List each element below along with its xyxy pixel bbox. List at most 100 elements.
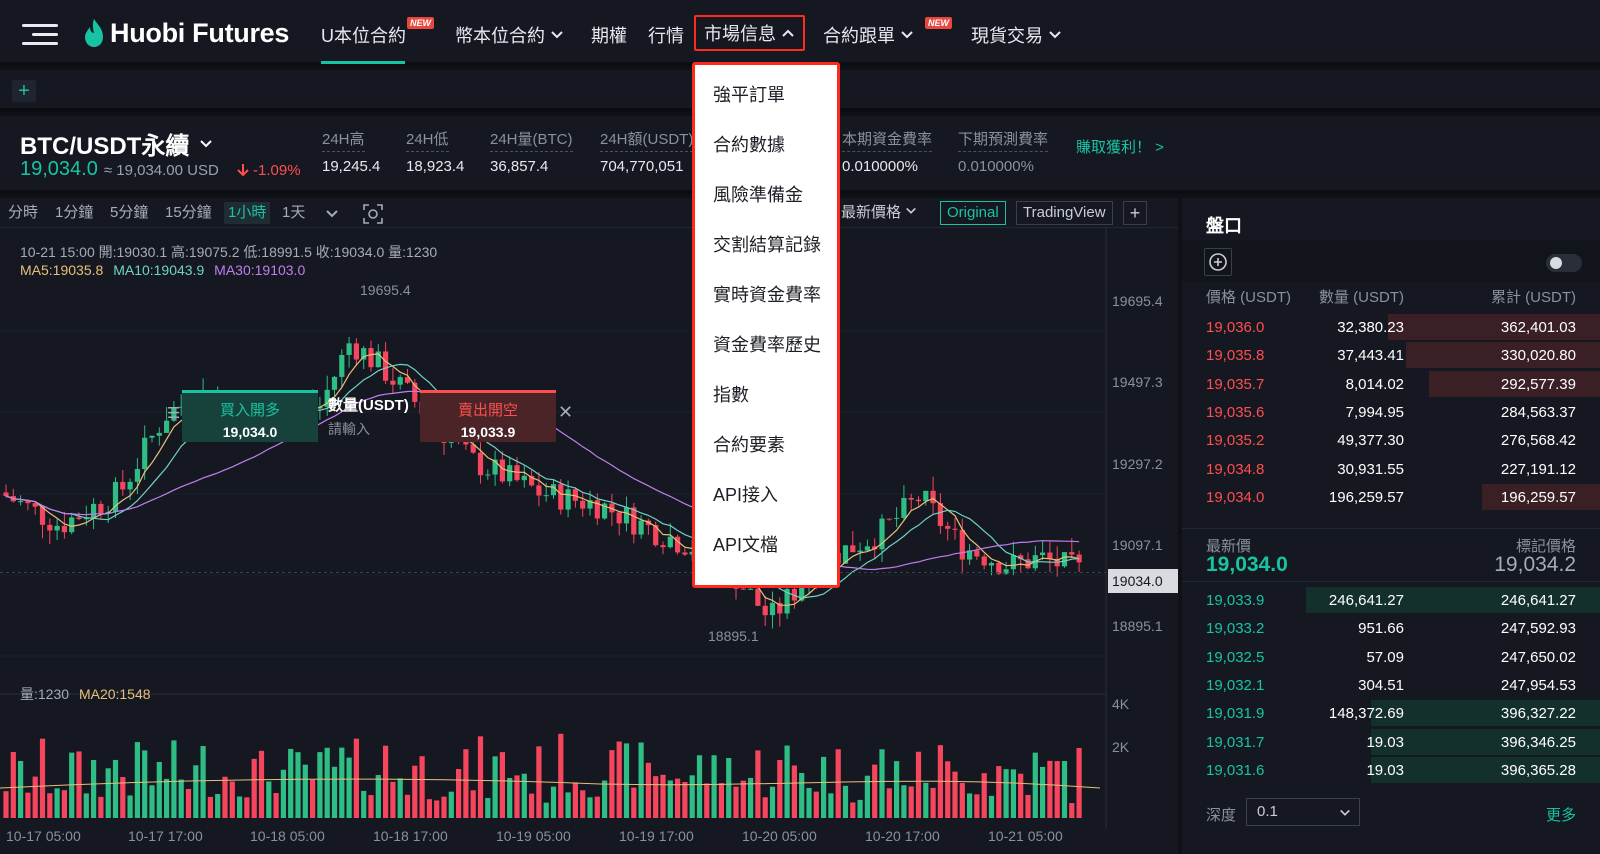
- nav-spot-trading[interactable]: 現貨交易: [971, 20, 1062, 50]
- header-price: 價格 (USDT): [1206, 289, 1291, 306]
- row-total: 362,401.03: [1500, 319, 1576, 336]
- stat-value: 36,857.4: [490, 158, 549, 175]
- candle-body: [485, 474, 491, 476]
- volume-bar: [361, 790, 367, 818]
- candle-body: [580, 500, 586, 509]
- volume-bar: [368, 795, 374, 818]
- stat-value: 19,245.4: [322, 158, 381, 175]
- price-type-select[interactable]: 最新價格: [834, 201, 924, 225]
- quick-buy-long-button[interactable]: 買入開多 19,034.0: [182, 390, 318, 442]
- order-book-header: 價格 (USDT) 數量 (USDT) 累計 (USDT): [1182, 286, 1600, 310]
- row-qty: 30,931.55: [1337, 460, 1404, 478]
- order-book-toggle[interactable]: [1546, 254, 1582, 272]
- candle-body: [18, 501, 24, 503]
- volume-bar: [419, 756, 425, 818]
- menu-item[interactable]: 合約要素: [713, 431, 785, 457]
- ask-row[interactable]: 19,035.8 37,443.41 330,020.80: [1182, 341, 1600, 369]
- stat-value: 18,923.4: [406, 158, 465, 175]
- bid-row[interactable]: 19,031.9 148,372.69 396,327.22: [1182, 699, 1600, 727]
- drag-handle-icon[interactable]: ☰: [167, 404, 180, 422]
- price-type-label: 最新價格: [841, 204, 902, 221]
- chart-toolbar: 分時 1分鐘 5分鐘 15分鐘 1小時 1天 最新價格 Original Tra…: [0, 198, 1178, 228]
- bid-row[interactable]: 19,033.2 951.66 247,592.93: [1182, 614, 1600, 642]
- bid-row[interactable]: 19,031.7 19.03 396,346.25: [1182, 728, 1600, 756]
- nav-usdt-margined[interactable]: U本位合約 NEW: [321, 17, 434, 50]
- ask-row[interactable]: 19,035.6 7,994.95 284,563.37: [1182, 398, 1600, 426]
- y-tick: 19297.2: [1112, 456, 1163, 472]
- candle-body: [339, 354, 345, 377]
- depth-select[interactable]: 0.1: [1246, 798, 1360, 826]
- original-chart-button[interactable]: Original: [940, 201, 1006, 225]
- bid-row[interactable]: 19,032.5 57.09 247,650.02: [1182, 643, 1600, 671]
- tf-1h[interactable]: 1小時: [224, 202, 271, 224]
- current-price-tag: 19034.0: [1108, 569, 1178, 593]
- menu-item[interactable]: API文檔: [713, 531, 778, 557]
- ask-row[interactable]: 19,035.7 8,014.02 292,577.39: [1182, 370, 1600, 398]
- ask-row[interactable]: 19,034.8 30,931.55 227,191.12: [1182, 455, 1600, 483]
- bid-row[interactable]: 19,032.1 304.51 247,954.53: [1182, 671, 1600, 699]
- nav-options[interactable]: 期權: [591, 20, 627, 50]
- tradingview-button[interactable]: TradingView: [1016, 201, 1113, 225]
- volume-bar: [456, 769, 462, 818]
- menu-item[interactable]: 風險準備金: [713, 181, 803, 207]
- depth-label: 深度: [1206, 807, 1237, 824]
- menu-icon[interactable]: [22, 24, 58, 46]
- volume-bar: [726, 758, 732, 818]
- nav-markets[interactable]: 行情: [648, 20, 684, 50]
- ask-row[interactable]: 19,036.0 32,380.23 362,401.03: [1182, 313, 1600, 341]
- quick-sell-short-button[interactable]: 賣出開空 19,033.9: [420, 390, 556, 442]
- tf-1m[interactable]: 1分鐘: [55, 202, 93, 224]
- x-tick: 10-17 17:00: [128, 828, 203, 844]
- quick-qty-input[interactable]: 數量(USDT) 請輸入: [328, 394, 418, 439]
- promo-link[interactable]: 賺取獲利！ >: [1076, 136, 1164, 157]
- chevron-down-icon[interactable]: [325, 207, 339, 221]
- add-indicator-button[interactable]: +: [1123, 201, 1147, 225]
- chevron-up-icon: [782, 29, 794, 37]
- volume-bar: [383, 745, 389, 818]
- menu-item[interactable]: 強平訂單: [713, 81, 785, 107]
- sell-price: 19,033.9: [460, 424, 516, 440]
- ask-row[interactable]: 19,035.2 49,377.30 276,568.42: [1182, 426, 1600, 454]
- x-tick: 10-18 05:00: [250, 828, 325, 844]
- brand-logo[interactable]: Huobi Futures: [84, 16, 289, 50]
- menu-item[interactable]: 實時資金費率: [713, 281, 821, 307]
- volume-bar: [1061, 761, 1068, 818]
- bid-row[interactable]: 19,031.6 19.03 396,365.28: [1182, 756, 1600, 784]
- volume-bar: [894, 761, 900, 818]
- stat-label: 24H高: [322, 128, 365, 152]
- qty-placeholder: 請輸入: [328, 421, 370, 437]
- tf-15m[interactable]: 15分鐘: [165, 202, 212, 224]
- arrow-down-icon: [237, 164, 249, 177]
- stat-label: 本期資金費率: [842, 128, 933, 152]
- candlestick-chart[interactable]: [0, 228, 1178, 854]
- last-price: 19,034.0: [20, 158, 98, 180]
- row-total: 246,641.27: [1500, 592, 1576, 609]
- volume-bar: [1076, 748, 1082, 818]
- volume-bar: [302, 764, 308, 818]
- volume-bar: [288, 748, 294, 818]
- add-favorite-button[interactable]: +: [12, 80, 36, 102]
- candle-body: [54, 525, 60, 531]
- menu-item[interactable]: 交割結算記錄: [713, 231, 821, 257]
- x-tick: 10-20 05:00: [742, 828, 817, 844]
- menu-item[interactable]: API接入: [713, 481, 778, 507]
- tf-5m[interactable]: 5分鐘: [110, 202, 148, 224]
- tf-1d[interactable]: 1天: [282, 202, 305, 224]
- nav-coin-margined[interactable]: 幣本位合約: [455, 20, 564, 50]
- ask-row[interactable]: 19,034.0 196,259.57 196,259.57: [1182, 483, 1600, 511]
- book-layout-icon[interactable]: [1204, 248, 1232, 276]
- row-price: 19,032.5: [1206, 648, 1265, 666]
- more-link[interactable]: 更多: [1546, 804, 1576, 825]
- pair-selector[interactable]: BTC/USDT永續: [20, 126, 213, 161]
- tf-time[interactable]: 分時: [8, 202, 38, 224]
- menu-item[interactable]: 指數: [713, 381, 749, 407]
- bid-row[interactable]: 19,033.9 246,641.27 246,641.27: [1182, 586, 1600, 614]
- volume-bar: [945, 761, 951, 818]
- nav-copy-trading[interactable]: 合約跟單 NEW: [823, 17, 952, 50]
- menu-item[interactable]: 資金費率歷史: [713, 331, 821, 357]
- menu-item[interactable]: 合約數據: [713, 131, 785, 157]
- screenshot-icon[interactable]: [362, 203, 384, 225]
- close-icon[interactable]: ✕: [558, 402, 573, 423]
- volume-bar: [353, 738, 359, 818]
- nav-market-info[interactable]: 市場信息: [694, 15, 805, 51]
